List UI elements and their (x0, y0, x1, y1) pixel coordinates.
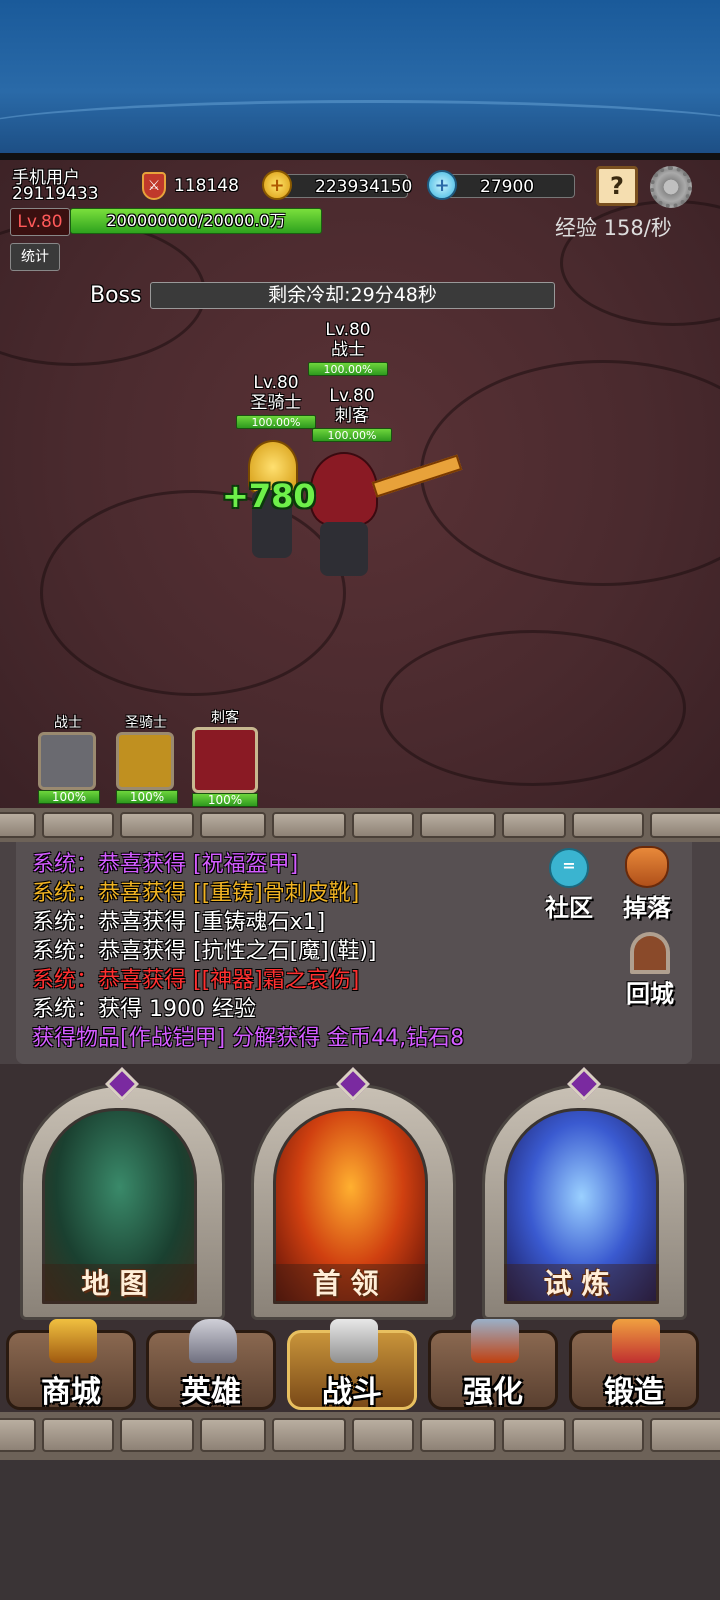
trial-card[interactable]: 试炼 (482, 1067, 687, 1320)
gear-icon[interactable] (650, 166, 692, 208)
party-name: 战士 (54, 715, 82, 731)
stone-wall (0, 808, 720, 844)
town-gate-icon (630, 932, 670, 974)
log-line: 获得物品[作战铠甲] 分解获得 金币44,钻石8 (32, 1026, 465, 1051)
nav-label: 强化 (463, 1375, 523, 1410)
exp-bar: 200000000/20000.0万 (70, 208, 322, 234)
paladin-portrait-icon (116, 732, 174, 790)
battle-hero-assassin: Lv.80 刺客 100.00% (310, 386, 394, 442)
heal-popup: +780 (222, 477, 316, 515)
gold-amount: 223934150 (272, 174, 412, 198)
party-member-paladin[interactable]: 圣骑士 100% (116, 712, 178, 804)
hero-level: Lv.80 (253, 373, 299, 393)
party-member-assassin[interactable]: 刺客 100% (192, 707, 258, 807)
party-name: 刺客 (211, 710, 239, 726)
log-line: 系统：恭喜获得 [[重铸]骨刺皮靴] (32, 881, 360, 906)
boss-label: 首领 (273, 1264, 428, 1304)
nav-label: 商城 (41, 1375, 101, 1410)
community-label: 社区 (545, 894, 593, 922)
helmet-icon (189, 1319, 237, 1363)
nav-label: 锻造 (604, 1375, 664, 1410)
return-town-button[interactable]: 回城 (618, 932, 682, 1009)
assassin-sprite (308, 452, 378, 580)
stone-wall-bottom (0, 1412, 720, 1462)
boss-label: Boss (90, 283, 142, 308)
log-line: 系统：恭喜获得 [重铸魂石x1] (32, 910, 326, 935)
party-name: 圣骑士 (125, 715, 167, 731)
nav-enhance[interactable]: 强化 (428, 1319, 558, 1410)
stats-button[interactable]: 统计 (10, 243, 60, 271)
loot-bag-icon (625, 846, 669, 888)
boss-cooldown-bar[interactable]: 剩余冷却:29分48秒 (150, 282, 555, 309)
battle-hero-warrior: Lv.80 战士 100.00% (306, 320, 390, 376)
nav-shop[interactable]: 商城 (6, 1319, 136, 1410)
map-card[interactable]: 地图 (20, 1067, 225, 1320)
drop-label: 掉落 (623, 894, 671, 922)
nav-battle[interactable]: 战斗 (287, 1319, 417, 1410)
party-hp: 100% (116, 790, 178, 804)
log-line: 系统：恭喜获得 [[神器]霜之哀伤] (32, 968, 360, 993)
nav-forge[interactable]: 锻造 (569, 1319, 699, 1410)
crossed-swords-icon (330, 1319, 378, 1363)
party-hp: 100% (38, 790, 100, 804)
chat-bubble-icon: = (549, 848, 589, 888)
battle-hero-paladin: Lv.80 圣骑士 100.00% (234, 373, 318, 429)
hero-level: Lv.80 (329, 386, 375, 406)
quest-book-icon[interactable]: ? (596, 166, 638, 206)
hero-name: 刺客 (335, 406, 369, 426)
log-line: 系统：获得 1900 经验 (32, 997, 256, 1022)
trial-label: 试炼 (504, 1264, 659, 1304)
community-button[interactable]: = 社区 (540, 848, 598, 923)
hero-hp: 100.00% (312, 428, 392, 442)
anvil-icon (612, 1319, 660, 1363)
boss-card[interactable]: 首领 (251, 1067, 456, 1320)
nav-label: 英雄 (181, 1375, 241, 1410)
assassin-portrait-icon (192, 727, 258, 793)
map-label: 地图 (42, 1264, 197, 1304)
nav-label: 战斗 (322, 1375, 382, 1410)
treasure-chest-icon (49, 1319, 97, 1363)
log-line: 系统：恭喜获得 [抗性之石[魔](鞋)] (32, 939, 377, 964)
hero-hp: 100.00% (308, 362, 388, 376)
hero-name: 战士 (331, 340, 365, 360)
town-label: 回城 (626, 980, 674, 1008)
log-line: 系统：恭喜获得 [祝福盔甲] (32, 852, 299, 877)
exp-rate: 经验 158/秒 (555, 216, 672, 240)
drop-button[interactable]: 掉落 (614, 846, 680, 923)
party-hp: 100% (192, 793, 258, 807)
footer-decoration (0, 1460, 720, 1600)
hammer-icon (471, 1319, 519, 1363)
nav-heroes[interactable]: 英雄 (146, 1319, 276, 1410)
player-id: 29119433 (12, 184, 99, 204)
gem-add-icon[interactable]: + (427, 170, 457, 200)
hero-level: Lv.80 (325, 320, 371, 340)
warrior-portrait-icon (38, 732, 96, 790)
combat-power: 118148 (174, 176, 239, 196)
gold-add-icon[interactable]: + (262, 170, 292, 200)
device-top-area (0, 0, 720, 153)
hero-hp: 100.00% (236, 415, 316, 429)
party-member-warrior[interactable]: 战士 100% (38, 712, 100, 804)
hero-name: 圣骑士 (250, 393, 302, 413)
player-level: Lv.80 (10, 208, 70, 236)
gem-amount: 27900 (437, 174, 575, 198)
